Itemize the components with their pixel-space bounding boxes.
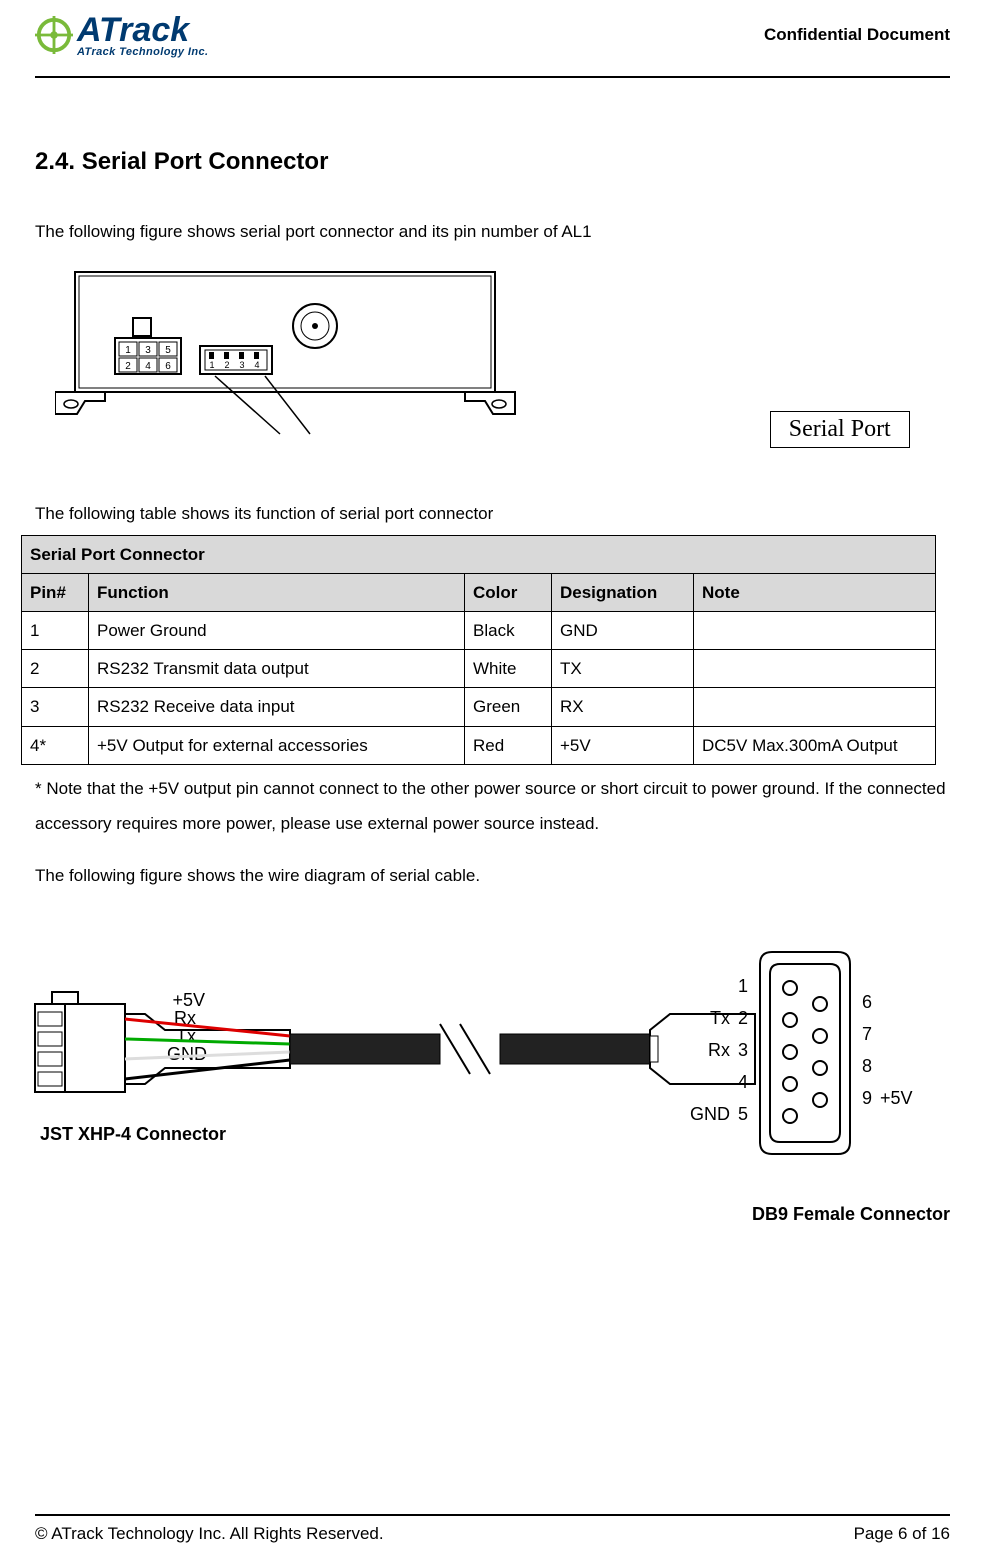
db9-pin: 5 xyxy=(738,1104,748,1124)
table-title-row: Serial Port Connector xyxy=(22,535,936,573)
db9-connector-label: DB9 Female Connector xyxy=(752,1204,950,1225)
figure2-intro: The following figure shows the wire diag… xyxy=(0,860,950,892)
db9-pin: 2 xyxy=(738,1008,748,1028)
footer-copyright: © ATrack Technology Inc. All Rights Rese… xyxy=(35,1524,384,1544)
cell-designation: RX xyxy=(552,688,694,726)
cell-color: Black xyxy=(465,611,552,649)
cell-function: RS232 Receive data input xyxy=(89,688,465,726)
cell-pin: 4* xyxy=(22,726,89,764)
jst-signal: Tx xyxy=(176,1026,196,1046)
cell-pin: 3 xyxy=(22,688,89,726)
table-header-row: Pin# Function Color Designation Note xyxy=(22,573,936,611)
page-footer: © ATrack Technology Inc. All Rights Rese… xyxy=(35,1514,950,1544)
cell-color: White xyxy=(465,650,552,688)
conn1-pin: 6 xyxy=(165,361,171,372)
db9-pin: 6 xyxy=(862,992,872,1012)
db9-pin: 9 xyxy=(862,1088,872,1108)
conn2-pin: 3 xyxy=(239,360,244,370)
section-title: 2.4. Serial Port Connector xyxy=(0,148,950,176)
figure1-intro: The following figure shows serial port c… xyxy=(0,216,950,248)
conn1-pin: 2 xyxy=(125,361,131,372)
serial-port-table: Serial Port Connector Pin# Function Colo… xyxy=(35,535,950,765)
conn1-pin: 3 xyxy=(145,345,151,356)
conn2-pin: 2 xyxy=(224,360,229,370)
conn2-pin: 1 xyxy=(209,360,214,370)
db9-signal: Rx xyxy=(708,1040,730,1060)
jst-signal: GND xyxy=(167,1044,207,1064)
cell-color: Red xyxy=(465,726,552,764)
jst-connector-label: JST XHP-4 Connector xyxy=(40,1124,226,1145)
cell-note xyxy=(694,688,936,726)
db9-pin: 3 xyxy=(738,1040,748,1060)
serial-port-callout: Serial Port xyxy=(770,411,910,448)
cell-note xyxy=(694,650,936,688)
cell-note xyxy=(694,611,936,649)
device-front-figure: 1 3 5 2 4 6 1 2 3 4 xyxy=(55,266,950,448)
jst-signal: +5V xyxy=(172,990,205,1010)
db9-pin: 4 xyxy=(738,1072,748,1092)
db9-pin: 7 xyxy=(862,1024,872,1044)
cell-note: DC5V Max.300mA Output xyxy=(694,726,936,764)
db9-pin: 1 xyxy=(738,976,748,996)
company-logo: ATrack ATrack Technology Inc. xyxy=(35,13,208,58)
th-color: Color xyxy=(465,573,552,611)
logo-main-text: ATrack xyxy=(77,13,208,47)
logo-sub-text: ATrack Technology Inc. xyxy=(77,47,208,58)
db9-signal: GND xyxy=(690,1104,730,1124)
cell-designation: TX xyxy=(552,650,694,688)
conn1-pin: 4 xyxy=(145,361,151,372)
db9-signal: Tx xyxy=(710,1008,730,1028)
table-footnote: * Note that the +5V output pin cannot co… xyxy=(0,771,950,842)
table-row: 2 RS232 Transmit data output White TX xyxy=(22,650,936,688)
cell-pin: 1 xyxy=(22,611,89,649)
cell-designation: GND xyxy=(552,611,694,649)
conn1-pin: 1 xyxy=(125,345,131,356)
cell-designation: +5V xyxy=(552,726,694,764)
cable-wiring-figure: +5V Rx Tx GND xyxy=(0,904,950,1224)
cell-pin: 2 xyxy=(22,650,89,688)
footer-page: Page 6 of 16 xyxy=(854,1524,950,1544)
db9-pin: 8 xyxy=(862,1056,872,1076)
th-pin: Pin# xyxy=(22,573,89,611)
confidential-label: Confidential Document xyxy=(764,25,950,45)
th-note: Note xyxy=(694,573,936,611)
table-intro: The following table shows its function o… xyxy=(0,498,950,530)
conn1-pin: 5 xyxy=(165,345,171,356)
conn2-pin: 4 xyxy=(254,360,259,370)
db9-signal: +5V xyxy=(880,1088,913,1108)
th-designation: Designation xyxy=(552,573,694,611)
table-row: 4* +5V Output for external accessories R… xyxy=(22,726,936,764)
cell-function: Power Ground xyxy=(89,611,465,649)
cell-color: Green xyxy=(465,688,552,726)
th-function: Function xyxy=(89,573,465,611)
cell-function: RS232 Transmit data output xyxy=(89,650,465,688)
table-row: 3 RS232 Receive data input Green RX xyxy=(22,688,936,726)
cell-function: +5V Output for external accessories xyxy=(89,726,465,764)
table-title: Serial Port Connector xyxy=(22,535,936,573)
target-icon xyxy=(35,16,73,54)
page-header: ATrack ATrack Technology Inc. Confidenti… xyxy=(35,0,950,78)
table-row: 1 Power Ground Black GND xyxy=(22,611,936,649)
